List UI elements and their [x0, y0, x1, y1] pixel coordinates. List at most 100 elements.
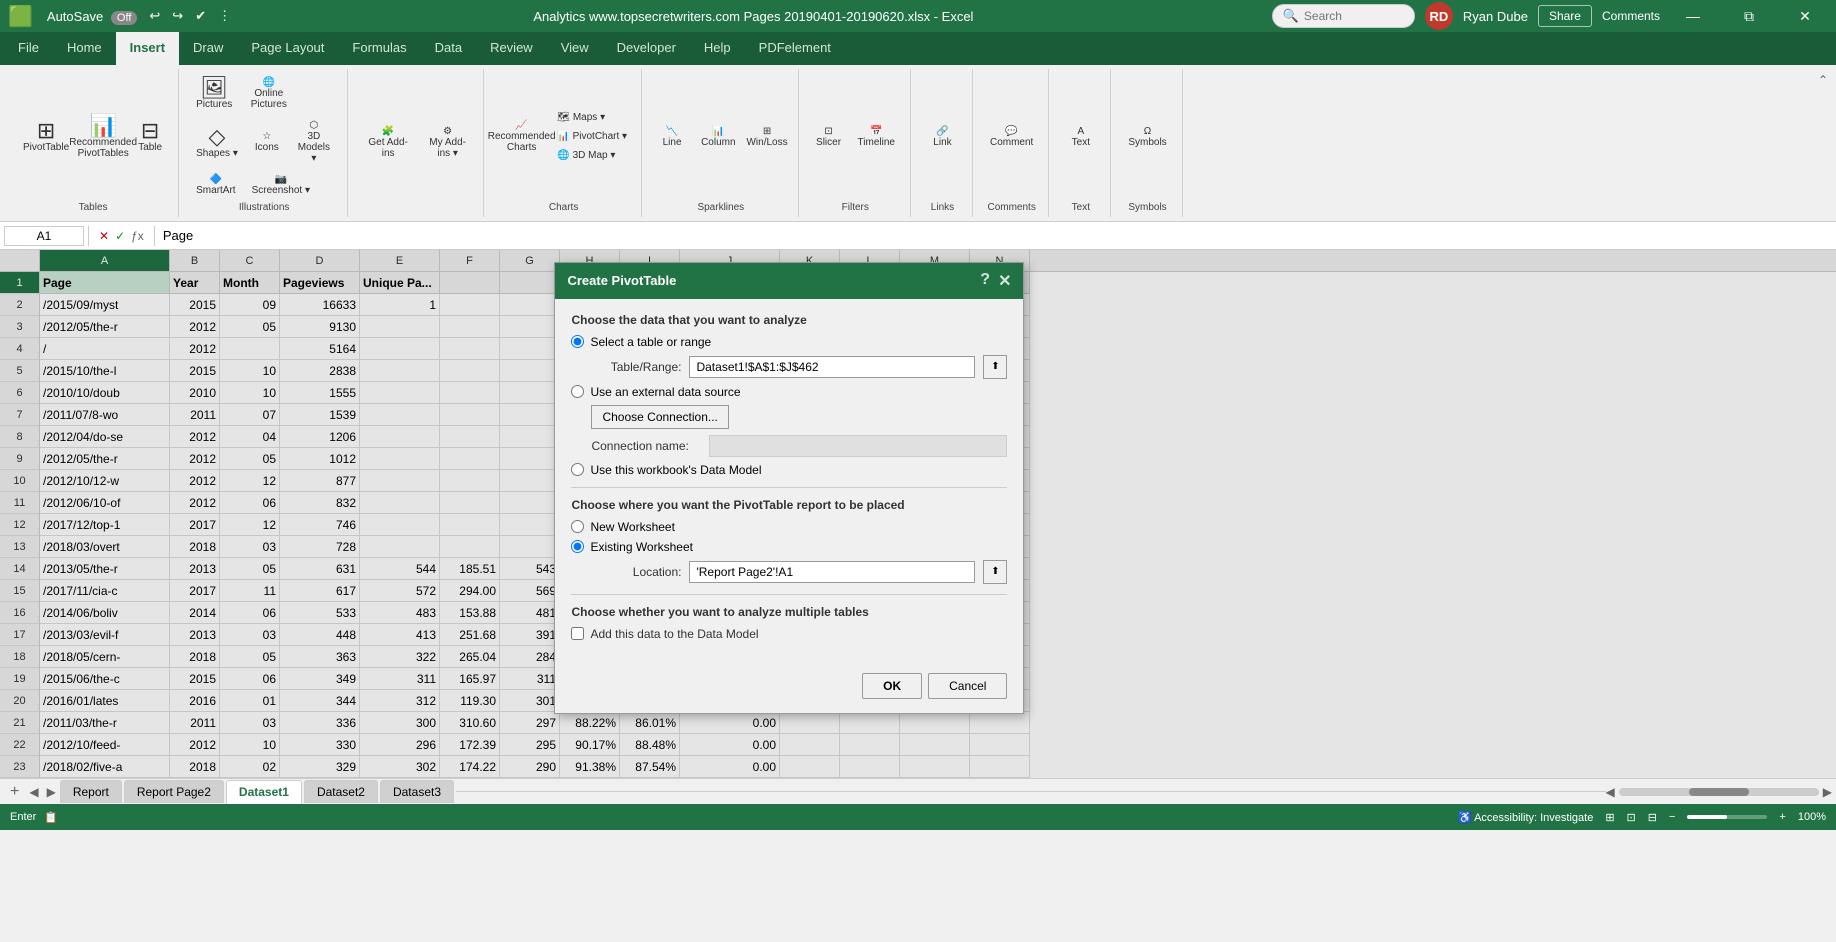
confirm-formula-icon[interactable]: ✓ — [115, 229, 125, 243]
minimize-btn[interactable]: — — [1670, 0, 1716, 32]
sheet-nav-left[interactable]: ◀ — [25, 785, 42, 799]
recommended-pivottable-btn[interactable]: 📊 Recommended PivotTables — [78, 111, 128, 163]
table-btn[interactable]: ⊟ Table — [130, 116, 170, 157]
dialog-cancel-button[interactable]: Cancel — [928, 673, 1007, 699]
zoom-slider[interactable] — [1687, 815, 1767, 819]
location-select-btn[interactable]: ⬆ — [983, 560, 1007, 584]
sheet-tab-dataset2[interactable]: Dataset2 — [304, 780, 378, 803]
scrollbar-thumb[interactable] — [1689, 788, 1749, 796]
tab-data[interactable]: Data — [421, 32, 476, 65]
winloss-btn[interactable]: ⊞ Win/Loss — [745, 122, 790, 152]
recommended-charts-btn[interactable]: 📈 Recommended Charts — [494, 116, 549, 157]
radio-select-table[interactable] — [571, 335, 584, 348]
search-box[interactable]: 🔍 — [1272, 4, 1415, 28]
radio3-label[interactable]: Use this workbook's Data Model — [571, 463, 761, 477]
3dmap-btn[interactable]: 🌐 3D Map ▾ — [551, 147, 633, 164]
tab-insert[interactable]: Insert — [116, 32, 179, 65]
slicer-btn[interactable]: ⊡ Slicer — [809, 122, 849, 152]
radio-external[interactable] — [571, 385, 584, 398]
formula-input[interactable] — [159, 226, 1832, 245]
sheet-tab-report[interactable]: Report — [60, 780, 122, 803]
shapes-btn[interactable]: ◇ Shapes ▾ — [189, 122, 245, 163]
smartart-btn[interactable]: 🔷 SmartArt — [189, 170, 242, 200]
sheet-tab-dataset3[interactable]: Dataset3 — [380, 780, 454, 803]
3dmap-label: 3D Map ▾ — [573, 150, 616, 161]
screenshot-btn[interactable]: 📷 Screenshot ▾ — [245, 170, 317, 200]
add-sheet-btn[interactable]: + — [4, 783, 25, 801]
zoom-in-btn[interactable]: + — [1779, 811, 1785, 823]
undo-btn[interactable]: ↩ — [145, 6, 164, 26]
scrollbar-track[interactable] — [1619, 788, 1819, 796]
share-button[interactable]: Share — [1538, 5, 1592, 27]
autosave-toggle[interactable]: AutoSave Off — [43, 7, 141, 26]
radio-data-model[interactable] — [571, 463, 584, 476]
cell-reference-input[interactable] — [4, 226, 84, 246]
radio1-label[interactable]: Select a table or range — [571, 335, 711, 349]
myaddins-btn[interactable]: ⚙ My Add-ins ▾ — [420, 122, 475, 163]
symbols-btn[interactable]: Ω Symbols — [1121, 122, 1173, 152]
choose-connection-btn[interactable]: Choose Connection... — [591, 405, 728, 429]
tab-review[interactable]: Review — [476, 32, 547, 65]
search-icon: 🔍 — [1283, 8, 1299, 24]
redo-btn[interactable]: ↪ — [168, 6, 187, 26]
radio4-label[interactable]: New Worksheet — [571, 520, 674, 534]
view-pageview-btn[interactable]: ⊟ — [1648, 811, 1657, 824]
cancel-formula-icon[interactable]: ✕ — [99, 229, 109, 243]
radio-new-worksheet[interactable] — [571, 520, 584, 533]
comment-btn[interactable]: 💬 Comment — [983, 122, 1040, 152]
search-input[interactable] — [1304, 9, 1404, 23]
accessibility-btn[interactable]: ♿ Accessibility: Investigate — [1458, 811, 1593, 824]
comments-button[interactable]: Comments — [1602, 9, 1660, 23]
sheet-tab-dataset1[interactable]: Dataset1 — [226, 780, 302, 804]
tab-file[interactable]: File — [4, 32, 53, 65]
ribbon-group-text: A Text Text — [1051, 69, 1111, 217]
autosave-check[interactable]: ✔ — [191, 6, 210, 26]
tab-view[interactable]: View — [547, 32, 603, 65]
pivottable-btn[interactable]: ⊞ PivotTable — [16, 116, 76, 157]
add-to-data-model-checkbox[interactable] — [571, 627, 584, 640]
online-pictures-btn[interactable]: 🌐 Online Pictures — [241, 73, 296, 114]
zoom-out-btn[interactable]: − — [1669, 811, 1675, 823]
scroll-right-btn[interactable]: ▶ — [1823, 785, 1832, 799]
insert-function-icon[interactable]: ƒx — [131, 229, 144, 243]
tab-home[interactable]: Home — [53, 32, 116, 65]
sheet-nav-right[interactable]: ▶ — [43, 785, 60, 799]
pictures-btn[interactable]: 🖼 Pictures — [189, 73, 239, 114]
table-range-input[interactable] — [689, 356, 975, 378]
radio2-label[interactable]: Use an external data source — [571, 385, 740, 399]
getaddins-btn[interactable]: 🧩 Get Add-ins — [358, 122, 418, 163]
tab-pagelayout[interactable]: Page Layout — [237, 32, 338, 65]
scroll-left-btn[interactable]: ◀ — [1606, 785, 1615, 799]
icons-btn[interactable]: ☆ Icons — [247, 127, 287, 157]
location-input[interactable] — [689, 561, 975, 583]
3dmodels-btn[interactable]: ⬡ 3D Models ▾ — [289, 116, 339, 168]
pivotchart-btn[interactable]: 📊 PivotChart ▾ — [551, 128, 633, 145]
tab-pdfelement[interactable]: PDFelement — [745, 32, 845, 65]
radio5-label[interactable]: Existing Worksheet — [571, 540, 693, 554]
table-range-select-btn[interactable]: ⬆ — [983, 355, 1007, 379]
restore-btn[interactable]: ⧉ — [1726, 0, 1772, 32]
tab-formulas[interactable]: Formulas — [338, 32, 420, 65]
view-normal-btn[interactable]: ⊞ — [1605, 811, 1614, 824]
tab-help[interactable]: Help — [690, 32, 745, 65]
collapse-ribbon-btn[interactable]: ⌃ — [1818, 73, 1828, 87]
line-btn[interactable]: 📉 Line — [652, 122, 692, 152]
radio-existing-worksheet[interactable] — [571, 540, 584, 553]
qat-more[interactable]: ⋮ — [214, 6, 235, 26]
dialog-close-icon[interactable]: ✕ — [998, 271, 1011, 291]
view-pagebreak-btn[interactable]: ⊡ — [1627, 811, 1636, 824]
autosave-state[interactable]: Off — [111, 11, 137, 25]
timeline-btn[interactable]: 📅 Timeline — [851, 122, 902, 152]
formula-sep-2 — [154, 226, 155, 246]
dialog-help-icon[interactable]: ? — [980, 271, 990, 291]
column-btn[interactable]: 📊 Column — [694, 122, 742, 152]
sheet-tab-report-page2[interactable]: Report Page2 — [124, 780, 224, 803]
dialog-ok-button[interactable]: OK — [862, 673, 922, 699]
link-btn[interactable]: 🔗 Link — [922, 122, 962, 152]
tab-developer[interactable]: Developer — [603, 32, 690, 65]
tab-draw[interactable]: Draw — [179, 32, 237, 65]
text-btn[interactable]: A Text — [1061, 122, 1101, 152]
close-btn[interactable]: ✕ — [1782, 0, 1828, 32]
map-btn[interactable]: 🗺 Maps ▾ — [551, 109, 633, 126]
checkbox-label[interactable]: Add this data to the Data Model — [590, 627, 758, 641]
